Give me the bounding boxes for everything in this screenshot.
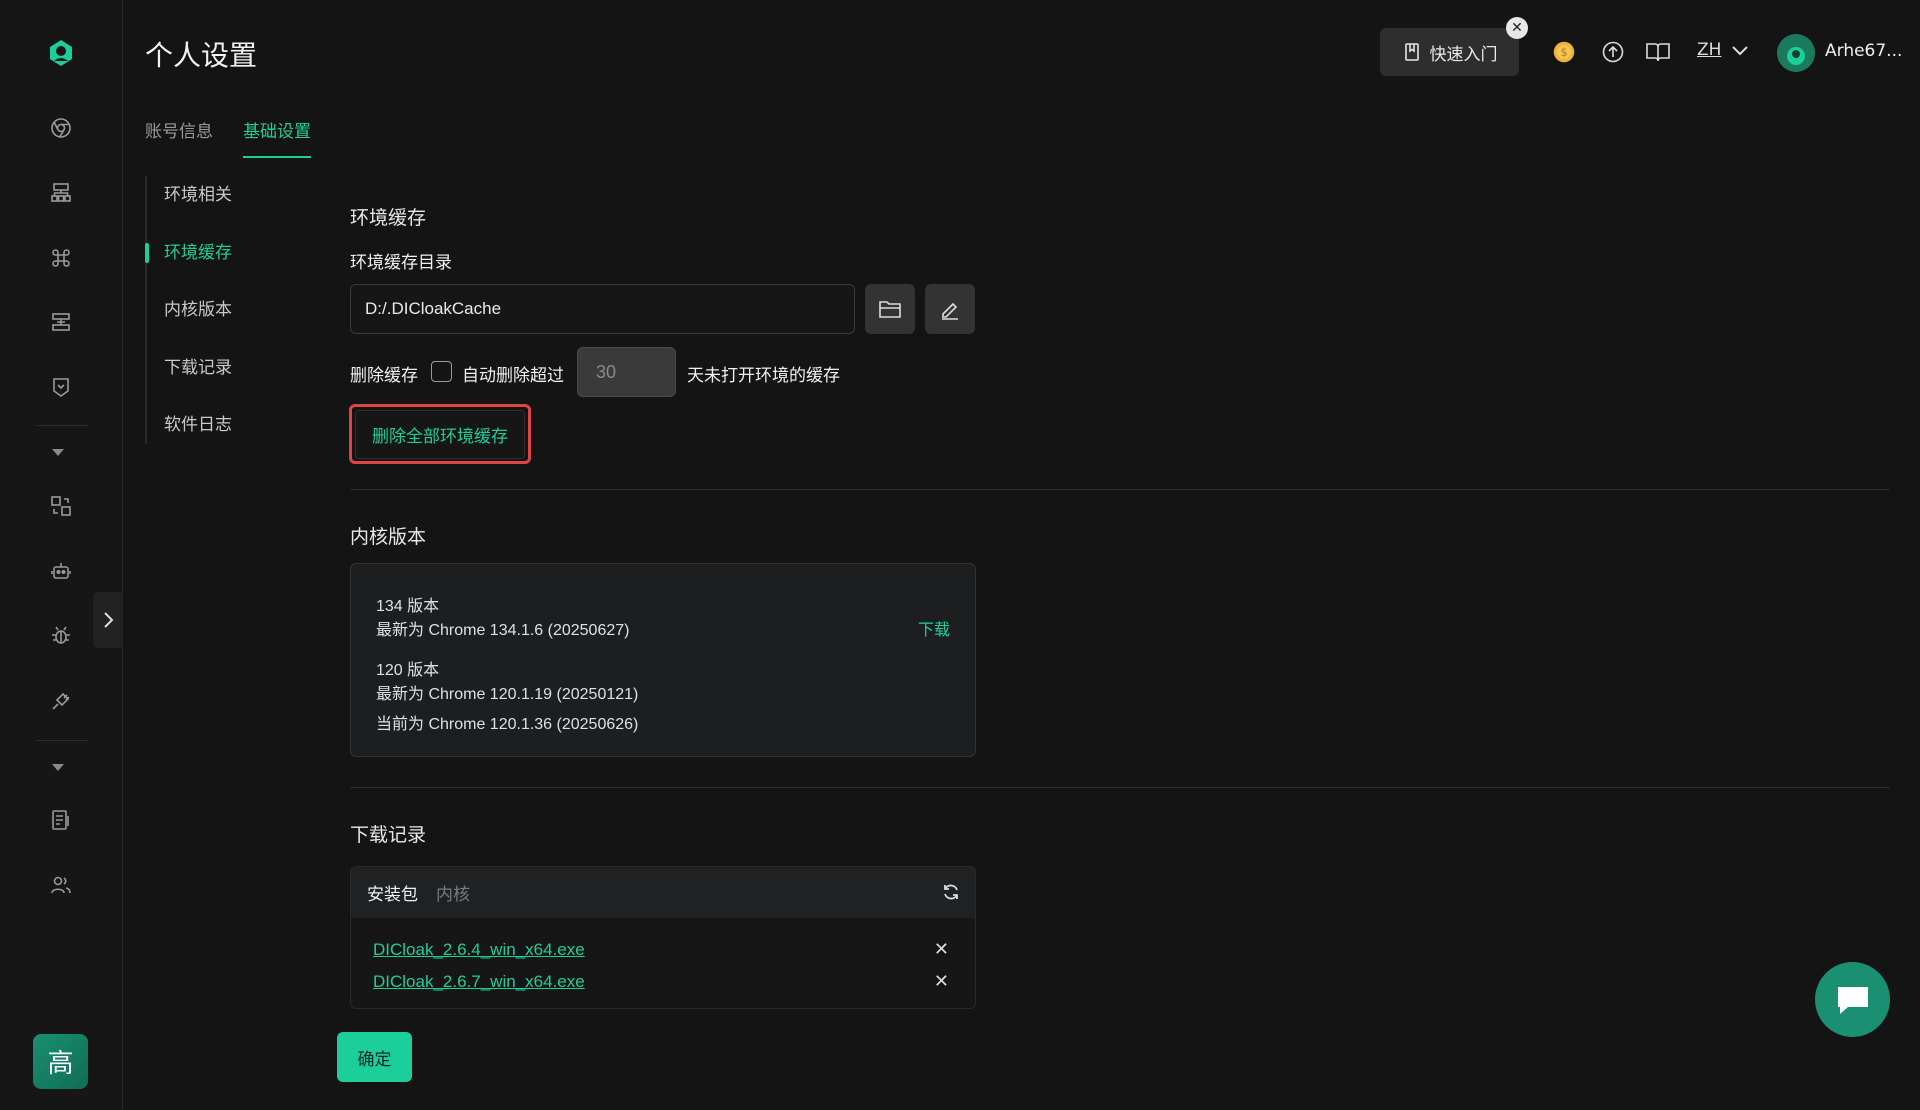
confirm-button[interactable]: 确定 [337, 1032, 412, 1082]
cache-dir-label: 环境缓存目录 [350, 253, 452, 273]
org-structure-icon[interactable] [47, 179, 75, 207]
app-logo-icon[interactable] [44, 36, 78, 70]
page-title: 个人设置 [145, 39, 258, 72]
upload-icon[interactable] [1599, 38, 1627, 66]
sync-icon[interactable] [47, 492, 75, 520]
chevron-down-icon [1732, 46, 1749, 56]
tab-account-info[interactable]: 账号信息 [145, 117, 213, 158]
settings-tabs: 账号信息 基础设置 [145, 117, 311, 158]
language-selector[interactable]: ZH [1697, 40, 1749, 60]
close-icon[interactable]: ✕ [1506, 17, 1528, 39]
side-item-download-history[interactable]: 下载记录 [147, 349, 232, 407]
download-tabs: 安装包 内核 [351, 867, 975, 918]
chat-support-button[interactable] [1815, 962, 1890, 1037]
section-divider [350, 489, 1890, 490]
username[interactable]: Arhe67... [1825, 41, 1902, 61]
days-suffix-label: 天未打开环境的缓存 [687, 366, 840, 386]
kernel-120-latest: 最新为 Chrome 120.1.19 (20250121) [376, 686, 639, 703]
cache-section-title: 环境缓存 [350, 207, 427, 229]
tab-basic-settings[interactable]: 基础设置 [243, 117, 311, 158]
coin-icon[interactable]: $ [1550, 38, 1578, 66]
open-book-icon[interactable] [1644, 38, 1672, 66]
refresh-icon[interactable] [941, 882, 961, 902]
side-item-environment-cache[interactable]: 环境缓存 [145, 234, 232, 292]
browser-icon[interactable] [47, 114, 75, 142]
remove-download-icon[interactable]: ✕ [934, 939, 949, 960]
auto-delete-checkbox[interactable] [431, 361, 452, 382]
settings-side-menu: 环境相关 环境缓存 内核版本 下载记录 软件日志 [145, 176, 232, 444]
cache-dir-input[interactable] [350, 284, 855, 334]
svg-text:$: $ [1560, 46, 1567, 59]
delete-all-cache-button[interactable]: 删除全部环境缓存 [349, 404, 531, 464]
side-item-environment[interactable]: 环境相关 [147, 176, 232, 234]
tab-installer-package[interactable]: 安装包 [367, 880, 418, 905]
pencil-icon [942, 302, 958, 320]
side-item-software-log[interactable]: 软件日志 [147, 406, 232, 464]
section-divider [350, 787, 1890, 788]
kernel-120-title: 120 版本 [376, 662, 440, 679]
download-file-link[interactable]: DICloak_2.6.7_win_x64.exe [373, 972, 585, 992]
rail-group-toggle-2[interactable] [52, 764, 64, 771]
extension-icon[interactable] [47, 373, 75, 401]
team-members-icon[interactable] [47, 871, 75, 899]
chevron-right-icon [104, 612, 114, 628]
download-history-card: 安装包 内核 DICloak_2.6.4_win_x64.exe ✕ DIClo… [350, 866, 976, 1009]
proxy-list-icon[interactable] [47, 308, 75, 336]
robot-icon[interactable] [47, 557, 75, 585]
kernel-version-card: 134 版本 最新为 Chrome 134.1.6 (20250627) 下载 … [350, 563, 976, 757]
kernel-134-title: 134 版本 [376, 598, 440, 615]
kernel-134-latest: 最新为 Chrome 134.1.6 (20250627) [376, 622, 630, 639]
command-icon[interactable] [47, 244, 75, 272]
side-item-kernel-version[interactable]: 内核版本 [147, 291, 232, 349]
quick-start-button[interactable]: 快速入门 [1380, 28, 1519, 76]
kernel-120-current: 当前为 Chrome 120.1.36 (20250626) [376, 716, 639, 733]
browse-folder-button[interactable] [865, 284, 915, 334]
left-rail: 高 [0, 0, 123, 1110]
avatar[interactable] [1777, 34, 1815, 72]
kernel-134-download-link[interactable]: 下载 [918, 616, 950, 640]
tab-kernel[interactable]: 内核 [436, 880, 470, 905]
notes-icon[interactable] [47, 806, 75, 834]
rail-group-toggle-1[interactable] [52, 449, 64, 456]
delete-cache-label: 删除缓存 [350, 366, 418, 386]
days-input[interactable] [577, 347, 676, 397]
kernel-section-title: 内核版本 [350, 526, 427, 548]
book-bookmark-icon [1404, 43, 1419, 61]
delete-all-cache-label: 删除全部环境缓存 [355, 409, 525, 459]
folder-open-icon [879, 301, 901, 318]
quick-start-label: 快速入门 [1429, 44, 1498, 65]
language-label: ZH [1697, 40, 1722, 60]
edit-path-button[interactable] [925, 284, 975, 334]
plan-badge[interactable]: 高 [33, 1034, 88, 1089]
downloads-section-title: 下载记录 [350, 824, 427, 846]
sidebar-expand-button[interactable] [93, 592, 123, 648]
api-plug-icon[interactable] [47, 687, 75, 715]
download-file-link[interactable]: DICloak_2.6.4_win_x64.exe [373, 940, 585, 960]
auto-delete-label: 自动删除超过 [462, 366, 564, 386]
bug-icon[interactable] [47, 622, 75, 650]
remove-download-icon[interactable]: ✕ [934, 971, 949, 992]
chat-bubble-icon [1837, 986, 1868, 1014]
